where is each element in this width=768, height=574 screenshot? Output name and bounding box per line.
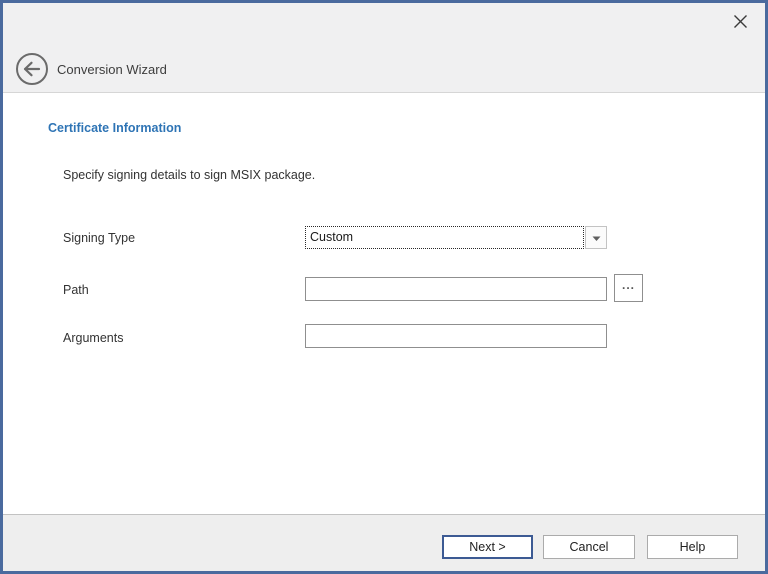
close-button[interactable] xyxy=(727,10,753,36)
page-heading: Certificate Information xyxy=(48,121,181,135)
browse-button[interactable]: ... xyxy=(614,274,643,302)
back-button[interactable] xyxy=(15,52,49,86)
close-icon xyxy=(733,14,748,32)
help-button[interactable]: Help xyxy=(647,535,738,559)
page-description: Specify signing details to sign MSIX pac… xyxy=(63,168,315,182)
signing-type-value[interactable]: Custom xyxy=(305,226,584,249)
combobox-dropdown-button[interactable] xyxy=(585,226,607,249)
signing-type-label: Signing Type xyxy=(63,231,135,245)
arguments-label: Arguments xyxy=(63,331,123,345)
path-input[interactable] xyxy=(305,277,607,301)
next-button[interactable]: Next > xyxy=(442,535,533,559)
cancel-button[interactable]: Cancel xyxy=(543,535,635,559)
chevron-down-icon xyxy=(592,230,601,245)
signing-type-combobox[interactable]: Custom xyxy=(305,226,607,249)
wizard-title: Conversion Wizard xyxy=(57,62,167,77)
wizard-header: Conversion Wizard xyxy=(3,3,765,93)
arguments-input[interactable] xyxy=(305,324,607,348)
back-arrow-icon xyxy=(15,74,49,89)
conversion-wizard-dialog: Conversion Wizard Certificate Informatio… xyxy=(0,0,768,574)
path-label: Path xyxy=(63,283,89,297)
